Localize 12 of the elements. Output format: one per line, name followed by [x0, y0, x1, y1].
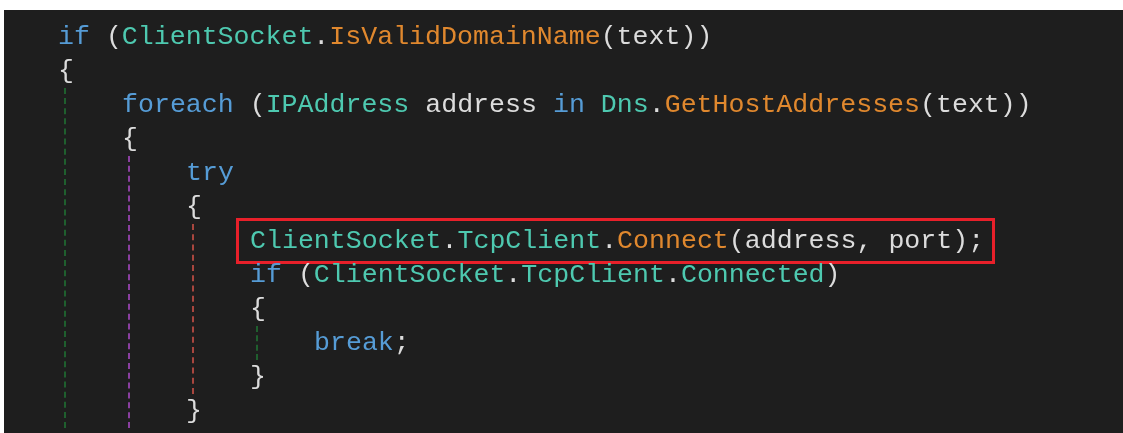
code-line: try	[186, 157, 234, 190]
code-line: if (ClientSocket.IsValidDomainName(text))	[58, 21, 713, 54]
code-line: }	[186, 395, 202, 428]
code-line: break;	[314, 327, 410, 360]
code-line: {	[58, 55, 74, 88]
code-line: ClientSocket.TcpClient.Connect(address, port);	[250, 225, 985, 258]
code-line: if (ClientSocket.TcpClient.Connected)	[250, 259, 841, 292]
code-line: }	[250, 361, 266, 394]
code-line: {	[122, 123, 138, 156]
code-line: {	[186, 191, 202, 224]
code-line: foreach (IPAddress address in Dns.GetHostAddresses(text))	[122, 89, 1032, 122]
code-line: {	[250, 293, 266, 326]
